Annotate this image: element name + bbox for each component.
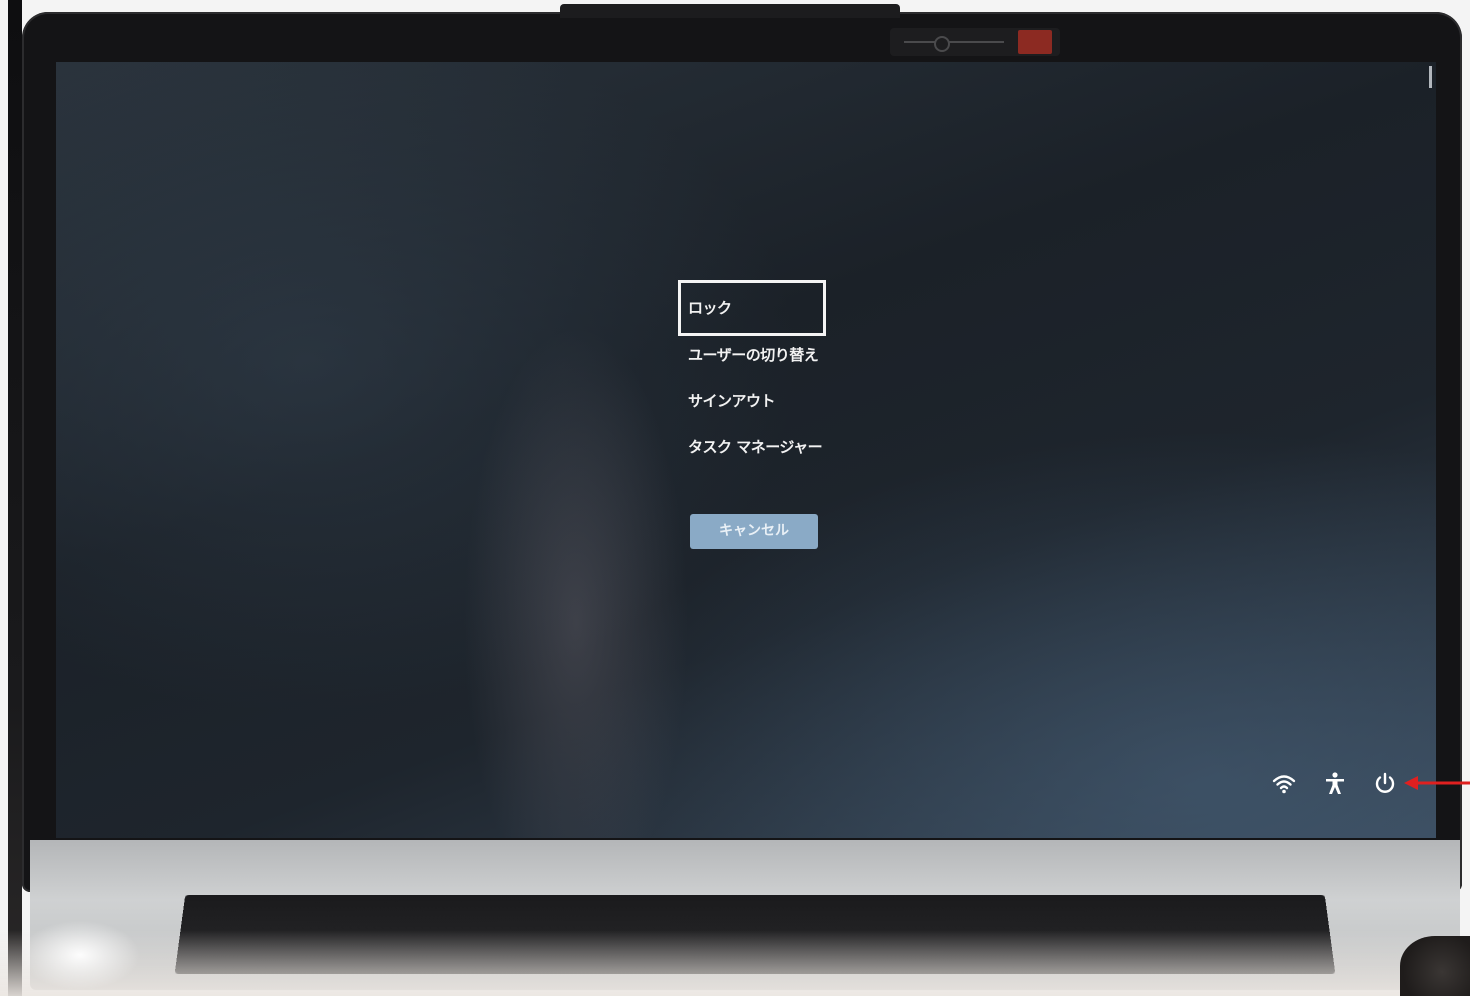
screen-glint — [1429, 66, 1432, 88]
wifi-icon[interactable] — [1270, 770, 1298, 798]
shutter-sticker — [1018, 30, 1052, 54]
laptop-top-lip — [560, 4, 900, 18]
shutter-slider-knob — [934, 36, 950, 52]
shutter-slider-track — [904, 41, 1004, 43]
red-arrow-annotation — [1404, 768, 1470, 798]
menu-item-lock[interactable]: ロック — [678, 280, 826, 336]
laptop-screen: ロック ユーザーの切り替え サインアウト タスク マネージャー キャンセル — [56, 62, 1436, 838]
security-options-menu: ロック ユーザーの切り替え サインアウト タスク マネージャー — [678, 280, 938, 470]
menu-item-task-manager[interactable]: タスク マネージャー — [678, 424, 824, 470]
light-glare — [20, 920, 140, 990]
photo-edge-strip — [8, 0, 22, 996]
webcam-privacy-shutter — [890, 28, 1060, 56]
corner-object — [1400, 936, 1470, 996]
menu-item-sign-out[interactable]: サインアウト — [678, 378, 824, 424]
cancel-button[interactable]: キャンセル — [690, 514, 818, 549]
power-icon[interactable] — [1371, 770, 1399, 798]
photo: ロック ユーザーの切り替え サインアウト タスク マネージャー キャンセル — [0, 0, 1470, 996]
table-surface — [0, 930, 1470, 996]
menu-item-switch-user[interactable]: ユーザーの切り替え — [678, 332, 824, 378]
accessibility-icon[interactable] — [1321, 770, 1349, 798]
